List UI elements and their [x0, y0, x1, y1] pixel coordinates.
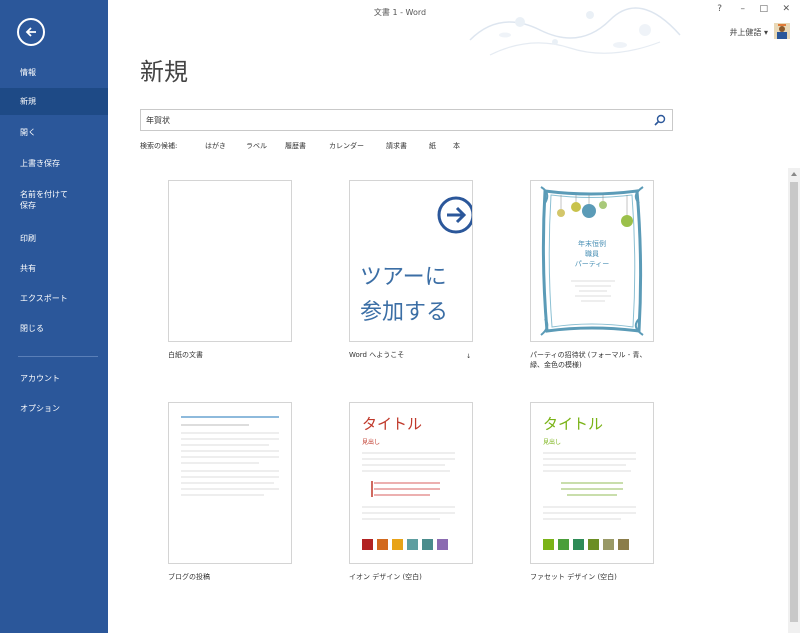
color-swatch: [543, 539, 554, 550]
maximize-button[interactable]: □: [759, 4, 768, 14]
suggested-search-link[interactable]: 紙: [429, 141, 436, 151]
color-swatch: [377, 539, 388, 550]
suggested-search-link[interactable]: カレンダー: [329, 141, 364, 151]
template-label: イオン デザイン (空白): [349, 573, 422, 581]
nav-save-as[interactable]: 名前を付けて 保存: [0, 189, 108, 211]
arrow-left-icon: [25, 27, 36, 37]
nav-export[interactable]: エクスポート: [0, 293, 108, 304]
nav-save[interactable]: 上書き保存: [0, 158, 108, 169]
nav-new-label: 新規: [20, 97, 36, 106]
card-line-2: 職員: [585, 250, 599, 258]
search-icon[interactable]: [654, 114, 666, 126]
color-swatch: [603, 539, 614, 550]
sidebar-divider: [18, 356, 98, 357]
suggested-search-link[interactable]: 請求書: [386, 141, 407, 151]
suggested-searches-label: 検索の候補:: [140, 142, 178, 150]
chevron-up-icon[interactable]: [790, 170, 798, 178]
color-swatches: [362, 539, 448, 550]
search-input[interactable]: [146, 113, 646, 127]
color-swatch: [618, 539, 629, 550]
backstage-sidebar: 情報 新規 開く 上書き保存 名前を付けて 保存 印刷 共有 エクスポート 閉じ…: [0, 0, 108, 633]
nav-print[interactable]: 印刷: [0, 233, 108, 244]
color-swatch: [558, 539, 569, 550]
template-search-box: [140, 109, 673, 131]
pin-icon[interactable]: ↓: [466, 352, 471, 362]
scrollbar-thumb[interactable]: [790, 182, 798, 622]
user-name[interactable]: 井上健語 ▾: [729, 27, 768, 38]
template-label: 白紙の文書: [168, 351, 203, 359]
template-label: パーティの招待状 (フォーマル - 青、緑、金色の模様): [530, 351, 647, 369]
card-line-3: パーティー: [574, 260, 610, 268]
template-welcome-tour[interactable]: ツアーに 参加する: [349, 180, 473, 342]
color-swatch: [588, 539, 599, 550]
template-label: Word へようこそ: [349, 351, 405, 359]
color-swatch: [392, 539, 403, 550]
nav-share[interactable]: 共有: [0, 263, 108, 274]
nav-info[interactable]: 情報: [0, 67, 108, 78]
template-blog-post[interactable]: [168, 402, 292, 564]
window-title: 文書 1 - Word: [373, 8, 427, 17]
card-line-1: 年末恒例: [578, 240, 606, 248]
close-button[interactable]: ✕: [782, 4, 790, 14]
suggested-search-link[interactable]: 本: [453, 141, 460, 151]
tour-line-2: 参加する: [360, 300, 449, 325]
nav-open[interactable]: 開く: [0, 127, 108, 138]
color-swatch: [407, 539, 418, 550]
nav-close[interactable]: 閉じる: [0, 323, 108, 334]
arrow-right-circle-icon: [437, 196, 472, 234]
nav-new[interactable]: 新規: [0, 88, 108, 115]
page-title: 新規: [140, 58, 188, 86]
avatar[interactable]: [774, 23, 790, 39]
template-label: ブログの投稿: [168, 573, 210, 581]
color-swatches: [543, 539, 629, 550]
suggested-search-link[interactable]: はがき: [205, 141, 226, 151]
template-facet-design[interactable]: タイトル 見出し: [530, 402, 654, 564]
tour-line-1: ツアーに: [360, 265, 447, 290]
template-label: ファセット デザイン (空白): [530, 573, 617, 581]
nav-account[interactable]: アカウント: [0, 373, 108, 384]
color-swatch: [437, 539, 448, 550]
minimize-button[interactable]: –: [741, 4, 746, 14]
nav-options[interactable]: オプション: [0, 403, 108, 414]
back-button[interactable]: [17, 18, 45, 46]
template-blank-document[interactable]: [168, 180, 292, 342]
suggested-search-link[interactable]: ラベル: [246, 141, 267, 151]
color-swatch: [422, 539, 433, 550]
vertical-scrollbar[interactable]: [788, 168, 800, 633]
template-ion-design[interactable]: タイトル 見出し: [349, 402, 473, 564]
color-swatch: [573, 539, 584, 550]
suggested-search-link[interactable]: 履歴書: [285, 141, 306, 151]
color-swatch: [362, 539, 373, 550]
help-button[interactable]: ?: [717, 4, 722, 14]
template-party-invitation[interactable]: 年末恒例 職員 パーティー: [530, 180, 654, 342]
blog-preview: [181, 416, 279, 496]
